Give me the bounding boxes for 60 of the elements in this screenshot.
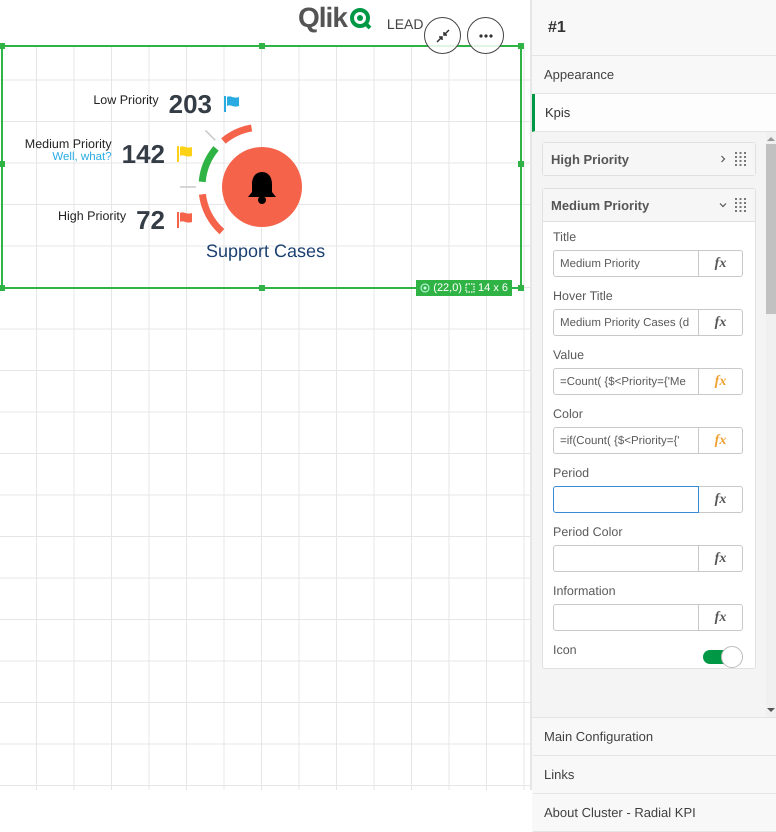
kpi-label: High Priority [58,209,126,223]
drag-handle-icon[interactable] [735,198,747,212]
card-title: Medium Priority [551,198,650,212]
kpi-value: 203 [168,88,212,120]
text-field[interactable]: =Count( {$<Priority={'Me [553,368,699,395]
more-icon [478,34,492,38]
qlik-logo-text: Qlik [298,4,347,32]
resize-handle[interactable] [0,43,5,49]
scroll-down-icon[interactable] [767,707,775,713]
sheet-title: LEAD [386,16,424,32]
resize-handle[interactable] [259,43,265,49]
resize-handle[interactable] [518,285,524,291]
panel-title: #1 [548,18,566,36]
field-label: Period Color [553,525,624,539]
position-text: (22,0) [433,282,462,294]
kpi-value: 142 [122,138,165,170]
field-label: Icon [553,643,577,657]
target-icon [420,283,430,293]
toggle-switch[interactable] [703,646,743,668]
resize-handle[interactable] [0,161,5,167]
field-label: Period [553,466,590,480]
bell-icon [248,172,276,204]
kpi-value: 72 [136,204,165,236]
field-label: Hover Title [553,289,614,303]
expression-button[interactable]: fx [699,250,743,277]
resize-handle[interactable] [259,285,265,291]
tick-mark [180,186,196,188]
text-field[interactable]: Medium Priority Cases (d [553,309,699,336]
text-field[interactable] [553,545,699,572]
resize-handle[interactable] [518,43,524,49]
size-icon [465,283,476,293]
expression-button[interactable]: fx [699,486,743,513]
card-header[interactable]: Medium Priority [543,189,755,221]
kpi-title: Support Cases [206,241,326,262]
expression-button[interactable]: fx [699,545,743,572]
kpi-label: Medium Priority [24,137,112,151]
card-header[interactable]: High Priority [543,143,755,175]
collapse-icon [436,28,450,42]
field-label: Value [553,348,586,362]
field-label: Color [553,407,584,421]
text-field[interactable]: =if(Count( {$<Priority={' [553,427,699,454]
field-label: Title [553,230,578,244]
resize-handle[interactable] [518,161,524,167]
expression-button[interactable]: fx [699,604,743,631]
resize-handle[interactable] [0,285,5,291]
section-header[interactable]: Kpis [532,94,776,132]
scrollbar[interactable] [766,132,776,717]
kpi-label: Low Priority [93,93,159,107]
ring-logo-icon [348,7,373,31]
expression-button[interactable]: fx [699,309,743,336]
text-field[interactable]: Medium Priority [553,250,699,277]
text-field[interactable] [553,604,699,631]
scroll-up-icon[interactable] [767,136,775,142]
field-label: Information [553,584,617,598]
tick-mark [204,130,216,141]
size-text: 14 x 6 [478,282,508,294]
kpi-sublabel: Well, what? [52,151,112,163]
text-field[interactable] [553,486,699,513]
drag-handle-icon[interactable] [735,152,747,166]
card-title: High Priority [551,152,630,166]
